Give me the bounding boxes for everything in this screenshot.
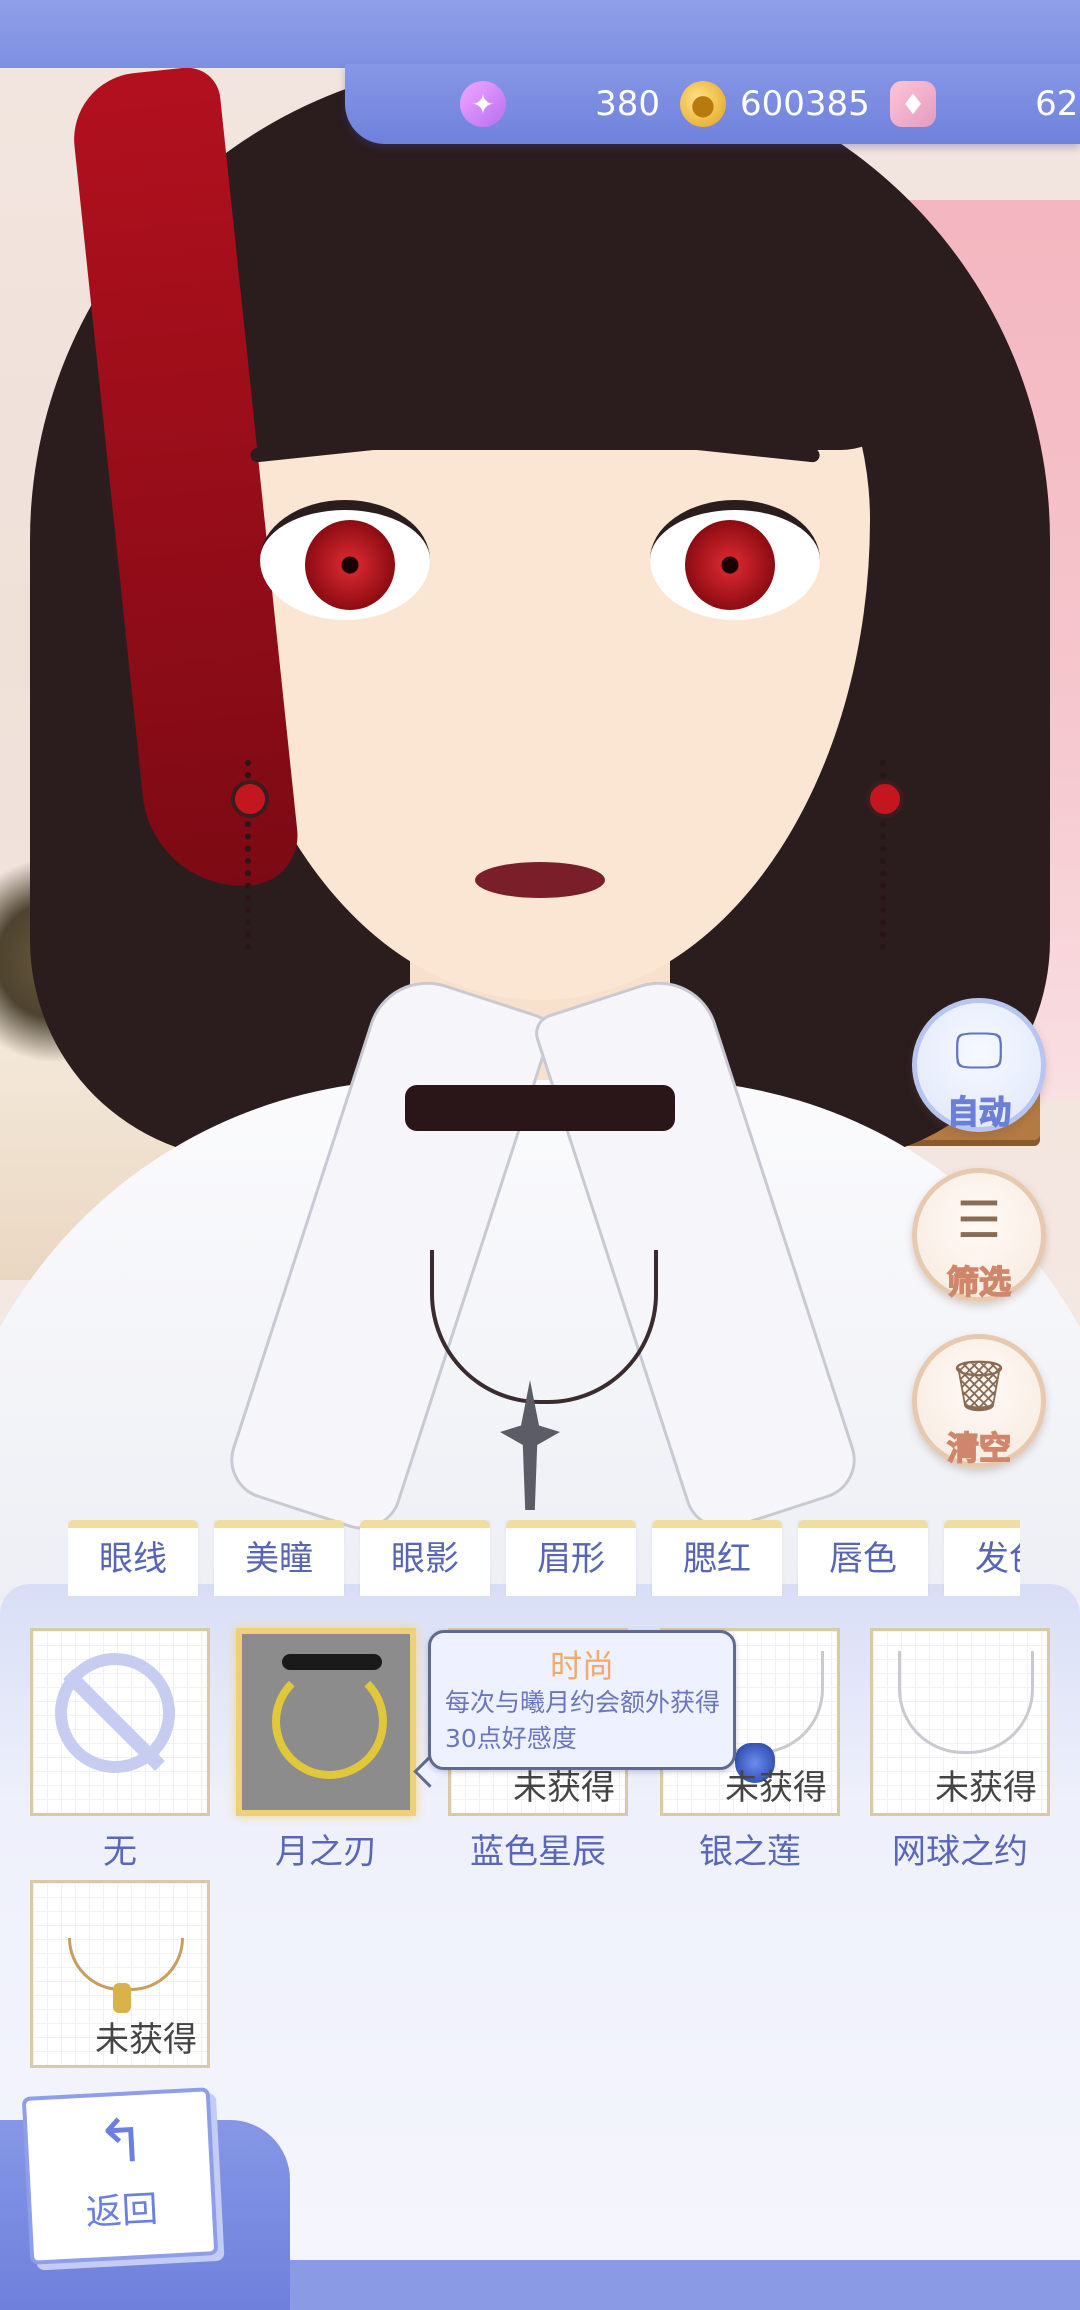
currency-gold-value: 600385 (740, 84, 870, 124)
gold-charm-icon (113, 1983, 131, 2013)
eye-left (260, 500, 430, 620)
pink-gem-icon: ♦ (890, 81, 936, 127)
tab-hair-color[interactable]: 发色 (944, 1520, 1020, 1596)
none-icon (55, 1653, 175, 1773)
item-moon-blade[interactable] (236, 1628, 416, 1816)
clear-label: 清空 (946, 1428, 1012, 1468)
moon-blade-necklace-icon (272, 1664, 387, 1779)
item-name: 无 (103, 1832, 137, 1872)
filter-search-icon: ☰ (956, 1191, 1002, 1249)
item-gold-necklace[interactable]: 未获得 (30, 1880, 210, 2068)
tab-contacts[interactable]: 美瞳 (214, 1520, 344, 1596)
earring-right (866, 760, 916, 950)
tooltip-title: 时尚 (549, 1647, 614, 1685)
currency-feather-value: 380 (595, 84, 660, 124)
item-none[interactable] (30, 1628, 210, 1816)
return-arrow-icon: ↰ (94, 2105, 149, 2179)
tab-eyeliner[interactable]: 眼线 (68, 1520, 198, 1596)
auto-button[interactable]: 🖵 自动 (912, 998, 1046, 1132)
tab-brow-shape[interactable]: 眉形 (506, 1520, 636, 1596)
back-label: 返回 (84, 2189, 159, 2234)
tab-eyeshadow[interactable]: 眼影 (360, 1520, 490, 1596)
filter-button[interactable]: ☰ 筛选 (912, 1168, 1046, 1302)
back-button[interactable]: ↰ 返回 (21, 2087, 219, 2265)
item-name: 蓝色星辰 (470, 1832, 606, 1872)
item-tennis-promise[interactable]: 未获得 (870, 1628, 1050, 1816)
tab-lip-color[interactable]: 唇色 (798, 1520, 928, 1596)
currency-gem-value: 620 (1035, 84, 1080, 124)
swan-feather-icon: ✦ (460, 81, 506, 127)
character-lips (475, 862, 605, 898)
currency-gem[interactable]: ♦ 620 (890, 76, 1080, 132)
top-strip (0, 0, 1080, 68)
item-tooltip: 时尚 每次与曦月约会额外获得30点好感度 (428, 1630, 736, 1770)
currency-gold[interactable]: ● 600385 (680, 76, 870, 132)
earring-left (231, 760, 281, 950)
tennis-necklace-icon (898, 1651, 1034, 1754)
monitor-icon: 🖵 (954, 1021, 1004, 1079)
item-name: 月之刃 (275, 1832, 377, 1872)
auto-label: 自动 (946, 1092, 1012, 1132)
currency-feather[interactable]: ✦ 380 (460, 76, 660, 132)
item-name: 网球之约 (892, 1832, 1028, 1872)
gold-coin-icon: ● (680, 81, 726, 127)
not-obtained-tag: 未获得 (935, 1768, 1037, 1808)
trash-icon: 🗑 (947, 1357, 1011, 1415)
choker-icon (282, 1654, 382, 1670)
filter-label: 筛选 (946, 1262, 1012, 1302)
tab-blush[interactable]: 腮红 (652, 1520, 782, 1596)
choker (405, 1085, 675, 1131)
item-name: 银之莲 (699, 1832, 801, 1872)
not-obtained-tag: 未获得 (95, 2020, 197, 2060)
currency-bar: ✦ 380 ● 600385 ♦ 620 (345, 64, 1080, 144)
not-obtained-tag: 未获得 (725, 1768, 827, 1808)
clear-button[interactable]: 🗑 清空 (912, 1334, 1046, 1468)
category-tabs: 眼线 美瞳 眼影 眉形 腮红 唇色 发色 (68, 1520, 1020, 1596)
tooltip-description: 每次与曦月约会额外获得30点好感度 (445, 1688, 721, 1753)
eye-right (650, 500, 820, 620)
